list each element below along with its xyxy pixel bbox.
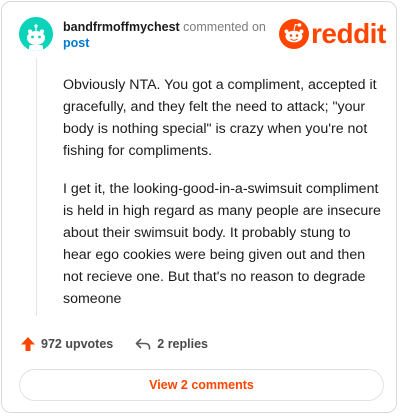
username-link[interactable]: bandfrmoffmychest: [63, 20, 180, 34]
reply-count[interactable]: 2 replies: [157, 337, 208, 351]
post-link[interactable]: post: [63, 35, 89, 51]
comment-header: bandfrmoffmychest commented on post: [63, 19, 273, 51]
upvote-count: 972 upvotes: [41, 337, 114, 351]
comment-card: bandfrmoffmychest commented on post redd…: [1, 1, 397, 413]
comment-paragraph: Obviously NTA. You got a compliment, acc…: [63, 77, 377, 159]
reddit-wordmark: reddit: [311, 18, 386, 49]
thread-line[interactable]: [36, 58, 37, 316]
comment-actions: 972 upvotes 2 replies: [20, 334, 208, 354]
reddit-snoo-icon: [279, 19, 309, 49]
snoo-avatar-icon: [19, 17, 53, 51]
reply-arrow-icon[interactable]: [135, 336, 151, 352]
reddit-logo[interactable]: reddit: [279, 19, 389, 49]
view-comments-button[interactable]: View 2 comments: [19, 369, 384, 401]
action-text: commented on: [183, 20, 266, 34]
comment-body: Obviously NTA. You got a compliment, acc…: [63, 74, 381, 326]
comment-paragraph: I get it, the looking-good-in-a-swimsuit…: [63, 181, 381, 307]
user-avatar[interactable]: [19, 17, 53, 51]
upvote-arrow-icon[interactable]: [20, 336, 36, 352]
